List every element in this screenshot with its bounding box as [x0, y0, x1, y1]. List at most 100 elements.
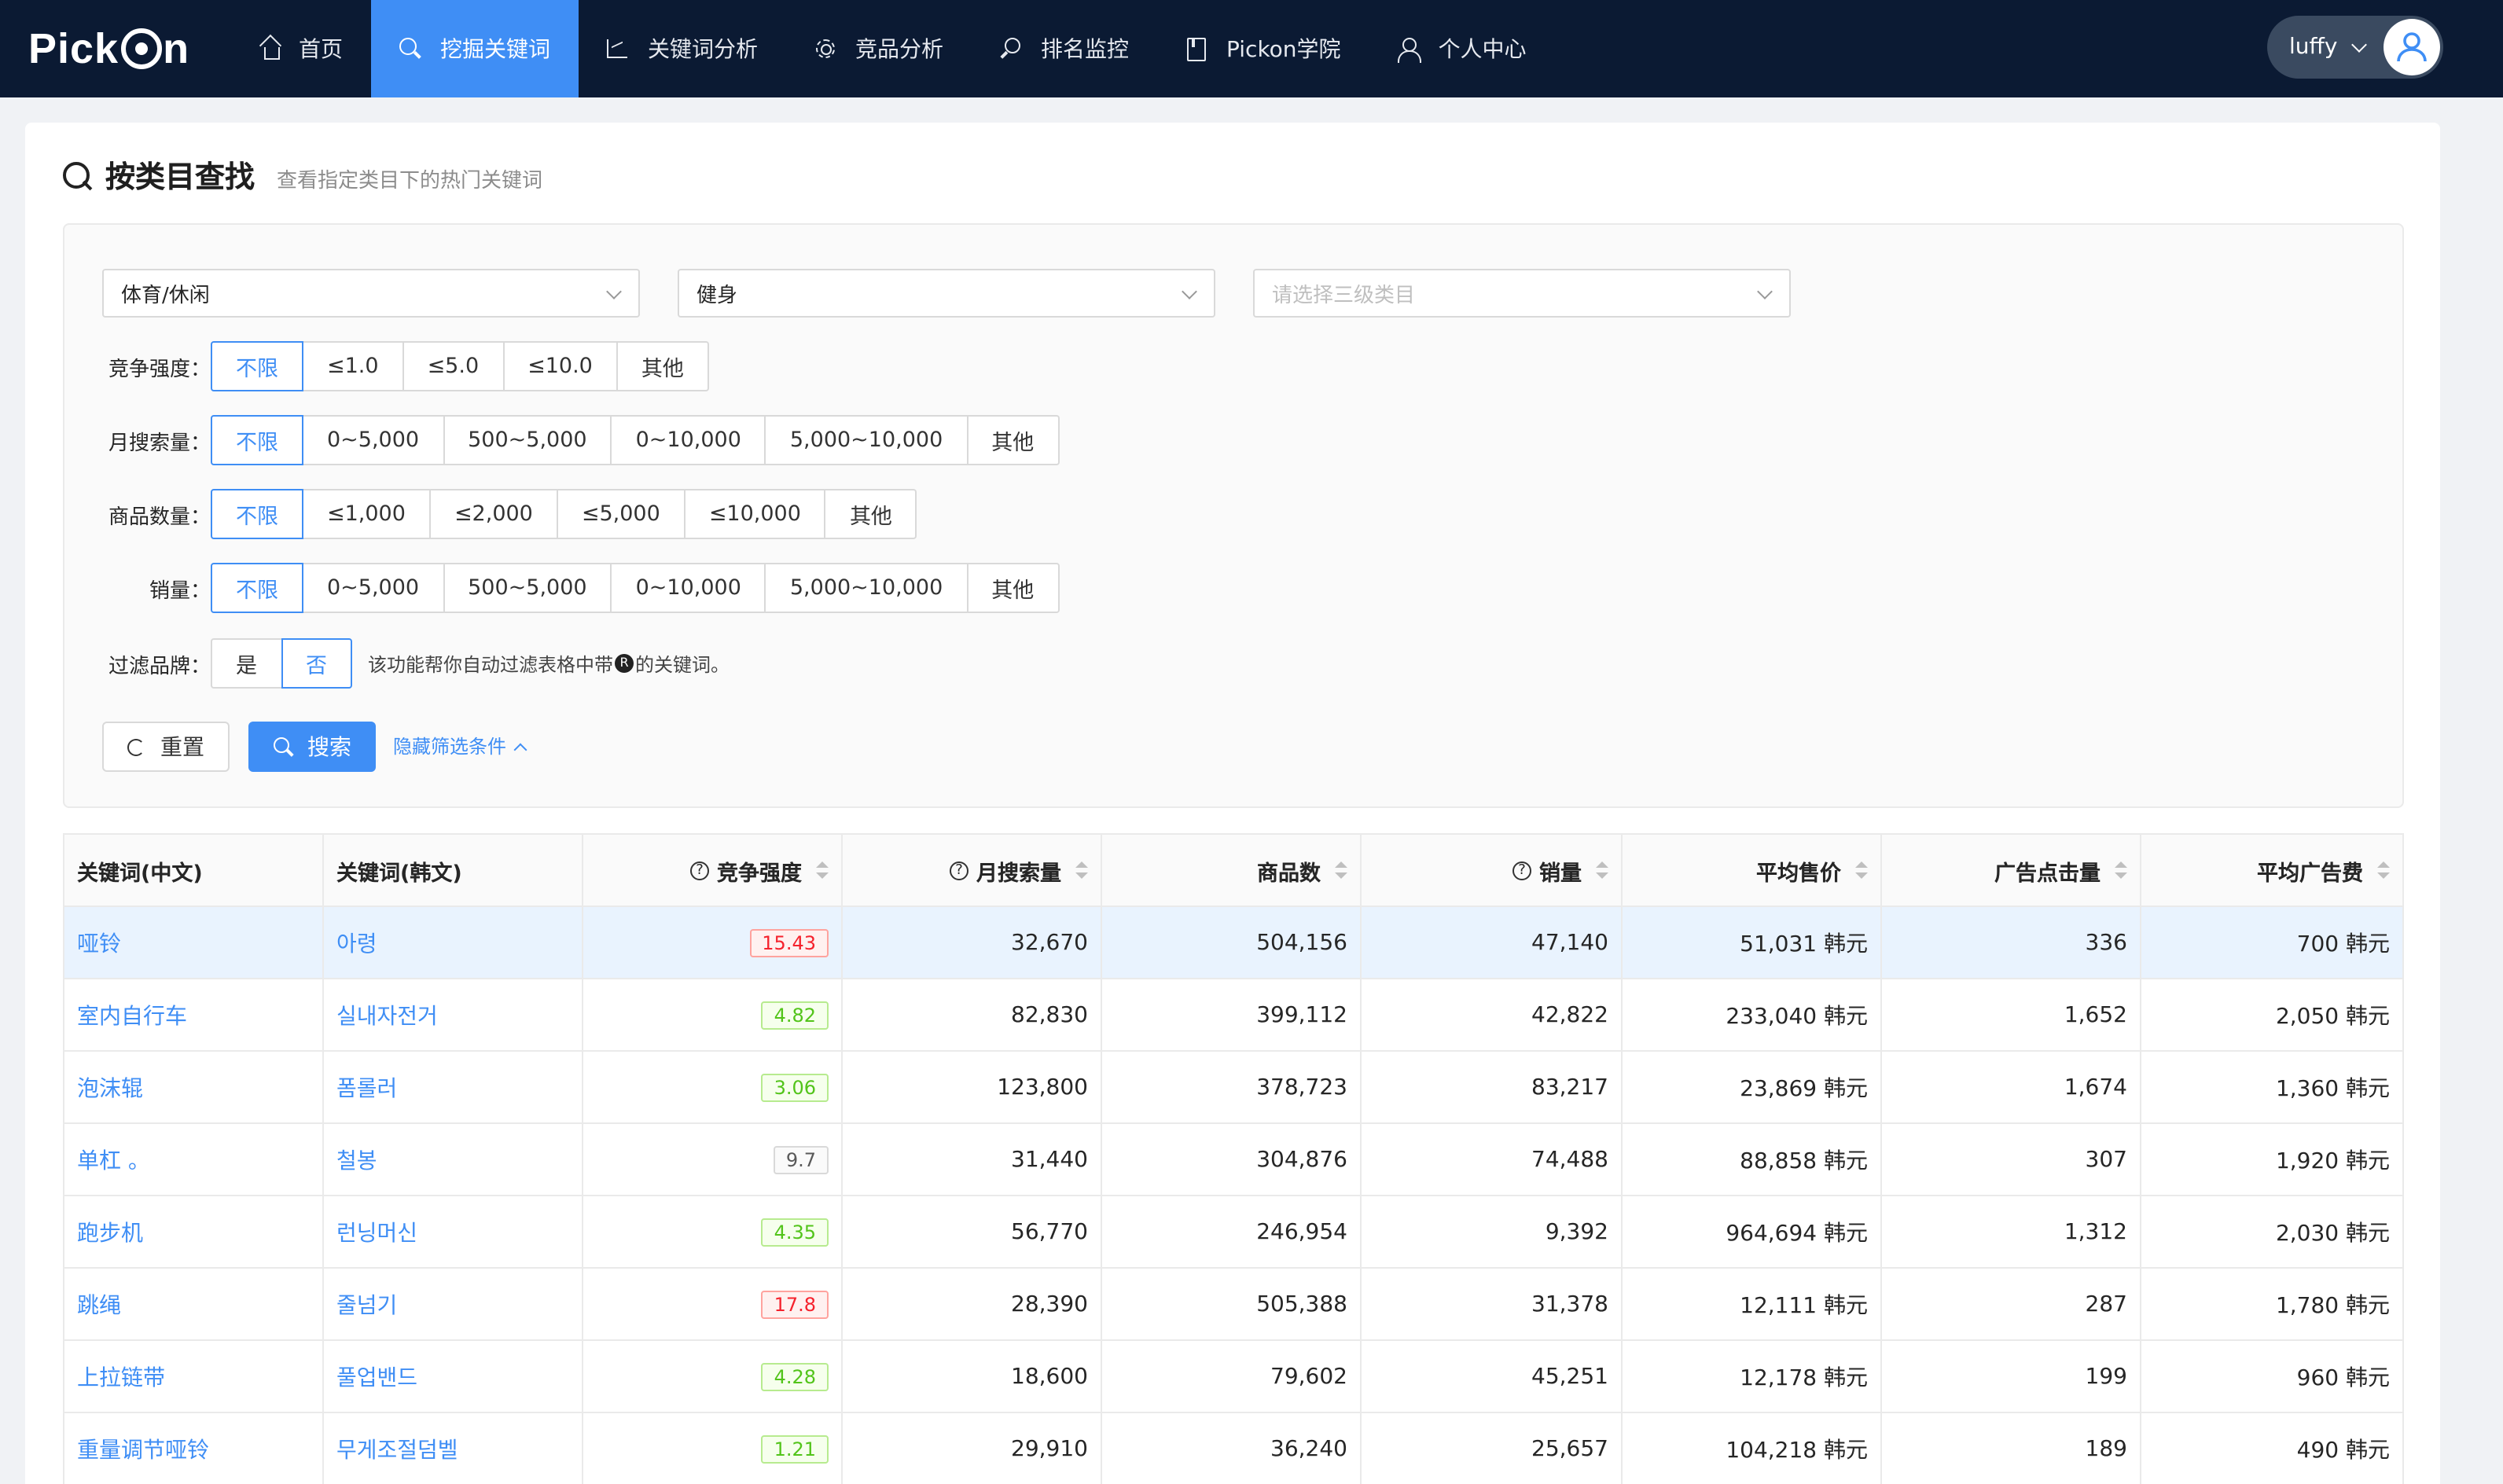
table-row[interactable]: 上拉链带 풀업밴드 4.28 18,600 79,602 45,251 12,178 韩元 1…: [64, 1341, 2402, 1413]
user-menu[interactable]: luffy: [2267, 16, 2443, 79]
filter-option[interactable]: 5,000~10,000: [764, 563, 968, 613]
header-label: 关键词(中文): [77, 861, 203, 886]
category2-select[interactable]: 健身: [678, 269, 1215, 318]
filter-option[interactable]: 500~5,000: [443, 563, 612, 613]
help-icon[interactable]: ?: [950, 861, 968, 880]
cell-sales: 45,251: [1362, 1341, 1623, 1412]
header-avg-ad-fee[interactable]: 平均广告费: [2141, 835, 2402, 905]
cell-avg-ad-fee: 2,030 韩元: [2275, 1221, 2390, 1246]
search-button[interactable]: 搜索: [248, 722, 376, 772]
nav-item[interactable]: 首页: [236, 0, 371, 97]
filter-option[interactable]: ≤1.0: [302, 341, 404, 391]
keyword-ko-link[interactable]: 철봉: [336, 1144, 377, 1175]
filter-option[interactable]: 不限: [211, 341, 303, 391]
table-row[interactable]: 哑铃 아령 15.43 32,670 504,156 47,140 51,031 韩元 336…: [64, 907, 2402, 979]
filter-option[interactable]: 不限: [211, 563, 303, 613]
keyword-ko-link[interactable]: 풀업밴드: [336, 1361, 417, 1392]
filter-option[interactable]: ≤2,000: [428, 489, 558, 539]
cell-keyword-ko: 실내자전거: [324, 979, 583, 1050]
filter-option[interactable]: 否: [281, 638, 352, 689]
filter-option[interactable]: ≤5.0: [402, 341, 505, 391]
sort-icon[interactable]: [1335, 861, 1347, 880]
sort-icon[interactable]: [2115, 861, 2127, 880]
filter-option[interactable]: 是: [211, 638, 282, 689]
keyword-zh-link[interactable]: 泡沫辊: [77, 1071, 143, 1103]
cell-ad-clicks: 1,674: [1882, 1052, 2141, 1122]
nav-item[interactable]: 个人中心: [1369, 0, 1555, 97]
category1-select[interactable]: 体育/休闲: [102, 269, 640, 318]
sort-icon[interactable]: [816, 861, 829, 880]
table-row[interactable]: 室内自行车 실내자전거 4.82 82,830 399,112 42,822 233,040…: [64, 979, 2402, 1052]
filter-option[interactable]: 0~5,000: [302, 563, 445, 613]
sort-icon[interactable]: [1596, 861, 1608, 880]
nav-item[interactable]: Pickon学院: [1157, 0, 1369, 97]
filter-option[interactable]: ≤10.0: [502, 341, 618, 391]
filter-option[interactable]: 0~10,000: [610, 415, 766, 465]
cell-keyword-zh: 重量调节哑铃: [64, 1413, 324, 1484]
keyword-zh-link[interactable]: 哑铃: [77, 927, 121, 958]
keyword-ko-link[interactable]: 폼롤러: [336, 1071, 397, 1103]
cell-monthly-search: 28,390: [843, 1269, 1102, 1339]
chevron-down-icon: [1182, 284, 1197, 299]
keyword-ko-link[interactable]: 무게조절덤벨: [336, 1433, 458, 1464]
header-monthly-search[interactable]: ? 月搜索量: [843, 835, 1102, 905]
header-sales[interactable]: ? 销量: [1362, 835, 1623, 905]
table-row[interactable]: 重量调节哑铃 무게조절덤벨 1.21 29,910 36,240 25,657 104,21…: [64, 1413, 2402, 1484]
cell-sales: 47,140: [1362, 907, 1623, 978]
help-icon[interactable]: ?: [1512, 861, 1531, 880]
table-row[interactable]: 跑步机 런닝머신 4.35 56,770 246,954 9,392 964,694 韩元 1…: [64, 1196, 2402, 1269]
keyword-zh-link[interactable]: 重量调节哑铃: [77, 1433, 209, 1464]
filter-option[interactable]: 其他: [966, 415, 1060, 465]
filter-option[interactable]: 不限: [211, 489, 303, 539]
hide-filters-link[interactable]: 隐藏筛选条件: [393, 733, 527, 759]
filter-option[interactable]: 其他: [616, 341, 709, 391]
filter-option[interactable]: 其他: [824, 489, 917, 539]
filter-option[interactable]: ≤10,000: [683, 489, 826, 539]
table-row[interactable]: 单杠 。 철봉 9.7 31,440 304,876 74,488 88,858 韩元 307…: [64, 1124, 2402, 1196]
header-products[interactable]: 商品数: [1102, 835, 1362, 905]
filter-option[interactable]: ≤1,000: [302, 489, 431, 539]
sort-icon[interactable]: [1075, 861, 1088, 880]
brand-filter-options: 是否: [211, 638, 352, 689]
keyword-zh-link[interactable]: 跑步机: [77, 1216, 143, 1247]
keyword-ko-link[interactable]: 줄넘기: [336, 1288, 397, 1320]
help-icon[interactable]: ?: [690, 861, 709, 880]
filter-option[interactable]: ≤5,000: [556, 489, 685, 539]
cell-avg-price: 233,040 韩元: [1623, 979, 1882, 1050]
header-ad-clicks[interactable]: 广告点击量: [1882, 835, 2141, 905]
sort-icon[interactable]: [1855, 861, 1868, 880]
cell-competition: 17.8: [583, 1269, 843, 1339]
header-competition[interactable]: ? 竞争强度: [583, 835, 843, 905]
pickon-logo[interactable]: Pick n: [28, 22, 189, 75]
filter-option[interactable]: 不限: [211, 415, 303, 465]
filter-row-product-count: 商品数量： 不限 ≤1,000 ≤2,000 ≤5,000 ≤10,000 其他: [102, 489, 917, 539]
keyword-zh-link[interactable]: 跳绳: [77, 1288, 121, 1320]
filter-option[interactable]: 其他: [966, 563, 1060, 613]
keyword-zh-link[interactable]: 室内自行车: [77, 999, 187, 1030]
cell-avg-ad-fee: 2,050 韩元: [2275, 1004, 2390, 1029]
nav-item[interactable]: 关键词分析: [579, 0, 786, 97]
nav-item[interactable]: 挖掘关键词: [371, 0, 579, 97]
table-row[interactable]: 跳绳 줄넘기 17.8 28,390 505,388 31,378 12,111 韩元 287…: [64, 1269, 2402, 1341]
keyword-ko-link[interactable]: 아령: [336, 927, 377, 958]
cell-avg-ad-fee: 1,780 韩元: [2275, 1293, 2390, 1318]
keyword-ko-link[interactable]: 런닝머신: [336, 1216, 417, 1247]
filter-option[interactable]: 5,000~10,000: [764, 415, 968, 465]
sort-icon[interactable]: [2377, 861, 2390, 880]
keyword-zh-link[interactable]: 上拉链带: [77, 1361, 165, 1392]
category3-select[interactable]: 请选择三级类目: [1253, 269, 1791, 318]
cell-competition: 4.28: [583, 1341, 843, 1412]
table-row[interactable]: 泡沫辊 폼롤러 3.06 123,800 378,723 83,217 23,869 韩元 1…: [64, 1052, 2402, 1124]
keyword-zh-link[interactable]: 单杠 。: [77, 1144, 150, 1175]
filter-option[interactable]: 0~10,000: [610, 563, 766, 613]
nav-item[interactable]: 排名监控: [972, 0, 1157, 97]
page-title: 按类目查找: [105, 160, 255, 195]
nav-item[interactable]: 竞品分析: [786, 0, 972, 97]
header-avg-price[interactable]: 平均售价: [1623, 835, 1882, 905]
reset-button[interactable]: 重置: [102, 722, 230, 772]
filter-option[interactable]: 500~5,000: [443, 415, 612, 465]
filter-option[interactable]: 0~5,000: [302, 415, 445, 465]
avatar[interactable]: [2384, 19, 2440, 75]
keyword-ko-link[interactable]: 실내자전거: [336, 999, 438, 1030]
category1-value: 体育/休闲: [121, 285, 210, 308]
